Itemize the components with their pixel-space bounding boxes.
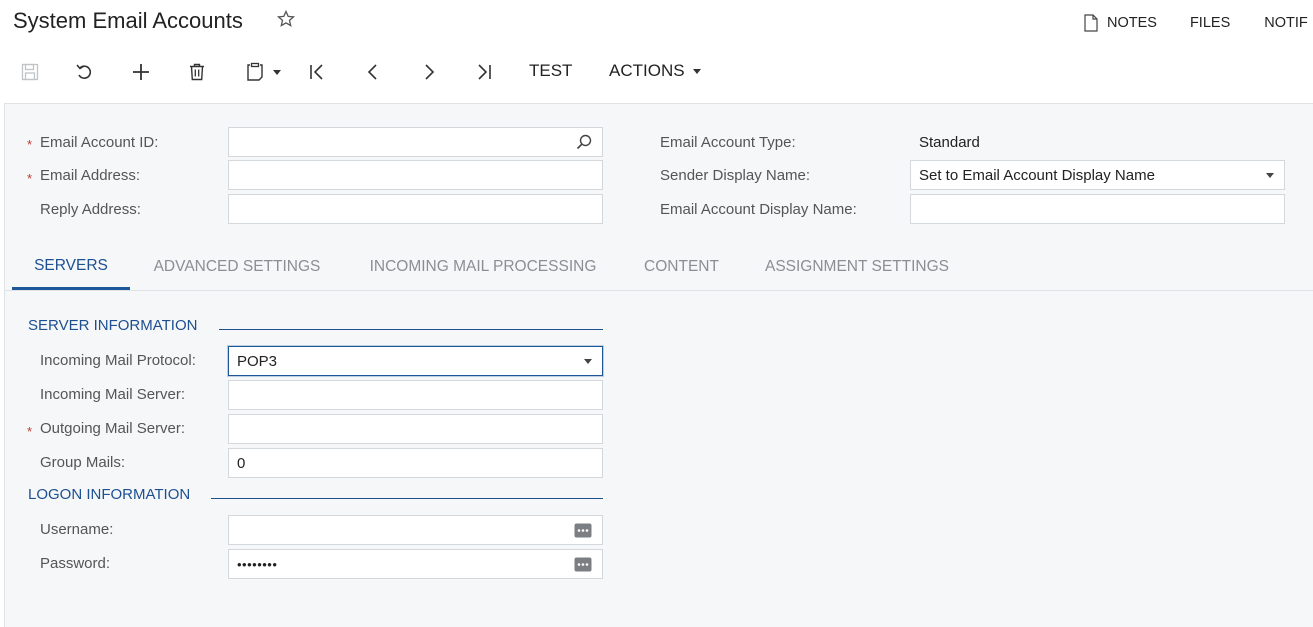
password-dots-icon[interactable] <box>574 523 592 538</box>
last-icon <box>478 64 491 80</box>
clipboard-icon <box>246 62 263 81</box>
email-account-id-label: Email Account ID: <box>40 134 159 151</box>
tab-incoming-mail-processing[interactable]: INCOMING MAIL PROCESSING <box>361 244 605 290</box>
undo-button[interactable] <box>74 60 96 84</box>
actions-label: ACTIONS <box>609 61 685 80</box>
trash-icon <box>190 63 204 81</box>
first-record-button[interactable] <box>306 60 328 84</box>
username-input[interactable] <box>228 515 603 545</box>
server-information-header: SERVER INFORMATION <box>28 317 198 334</box>
required-marker: * <box>27 171 33 186</box>
password-label: Password: <box>40 555 111 572</box>
test-button[interactable]: TEST <box>529 61 572 81</box>
next-record-button[interactable] <box>418 60 440 84</box>
email-account-type-value: Standard <box>919 134 980 151</box>
logon-information-header: LOGON INFORMATION <box>28 486 191 503</box>
sender-display-name-select[interactable]: Set to Email Account Display Name <box>910 160 1285 190</box>
incoming-mail-protocol-label: Incoming Mail Protocol: <box>40 352 196 369</box>
incoming-mail-protocol-value: POP3 <box>237 352 278 370</box>
chevron-down-icon <box>272 69 281 75</box>
save-button[interactable] <box>19 60 41 84</box>
email-account-display-name-input[interactable] <box>910 194 1285 224</box>
email-account-type-label: Email Account Type: <box>660 134 796 151</box>
undo-icon <box>76 64 92 79</box>
email-account-id-input[interactable] <box>228 127 603 157</box>
plus-icon <box>133 64 149 80</box>
notifications-label: NOTIF <box>1264 15 1308 31</box>
username-label: Username: <box>40 521 114 538</box>
password-dots-icon[interactable] <box>574 557 592 572</box>
chevron-down-icon <box>584 358 592 364</box>
tab-servers[interactable]: SERVERS <box>12 244 130 290</box>
chevron-down-icon <box>692 68 701 74</box>
tab-bar: SERVERS ADVANCED SETTINGS INCOMING MAIL … <box>5 244 1313 291</box>
toolbar: TEST ACTIONS <box>0 52 1313 92</box>
password-value: •••••••• <box>237 556 278 572</box>
notes-label: NOTES <box>1107 15 1157 31</box>
reply-address-label: Reply Address: <box>40 201 141 218</box>
top-links: NOTES FILES NOTIF <box>1083 14 1308 32</box>
files-link[interactable]: FILES <box>1190 15 1230 31</box>
chevron-right-icon <box>425 64 435 80</box>
title-bar: System Email Accounts NOTES FILES NOTIF <box>0 0 1313 44</box>
reply-address-input[interactable] <box>228 194 603 224</box>
outgoing-mail-server-label: Outgoing Mail Server: <box>40 420 186 437</box>
incoming-mail-server-label: Incoming Mail Server: <box>40 386 186 403</box>
incoming-mail-protocol-select[interactable]: POP3 <box>228 346 603 376</box>
group-mails-label: Group Mails: <box>40 454 126 471</box>
password-input[interactable]: •••••••• <box>228 549 603 579</box>
email-address-input[interactable] <box>228 160 603 190</box>
section-divider <box>219 329 603 330</box>
chevron-left-icon <box>367 64 377 80</box>
note-icon <box>1084 14 1098 32</box>
delete-button[interactable] <box>186 60 208 84</box>
group-mails-input[interactable]: 0 <box>228 448 603 478</box>
tab-content[interactable]: CONTENT <box>637 244 726 290</box>
notifications-link[interactable]: NOTIF <box>1264 15 1308 31</box>
files-label: FILES <box>1189 15 1231 31</box>
previous-record-button[interactable] <box>362 60 384 84</box>
tab-assignment-settings[interactable]: ASSIGNMENT SETTINGS <box>757 244 957 290</box>
required-marker: * <box>27 137 33 152</box>
favorite-star-icon[interactable] <box>276 9 296 29</box>
sender-display-name-value: Set to Email Account Display Name <box>919 166 1155 184</box>
page-title: System Email Accounts <box>13 8 243 33</box>
actions-button[interactable]: ACTIONS <box>609 61 701 81</box>
save-icon <box>21 63 39 81</box>
search-icon[interactable] <box>576 134 592 150</box>
outgoing-mail-server-input[interactable] <box>228 414 603 444</box>
email-account-display-name-label: Email Account Display Name: <box>660 201 857 218</box>
copy-paste-button[interactable] <box>240 60 286 84</box>
required-marker: * <box>27 424 33 439</box>
first-icon <box>310 64 323 80</box>
chevron-down-icon <box>1266 172 1274 178</box>
email-address-label: Email Address: <box>40 167 141 184</box>
incoming-mail-server-input[interactable] <box>228 380 603 410</box>
notes-link[interactable]: NOTES <box>1083 14 1157 32</box>
section-divider <box>211 498 603 499</box>
last-record-button[interactable] <box>473 60 495 84</box>
add-button[interactable] <box>130 60 152 84</box>
content-panel: * Email Account ID: * Email Address: Rep… <box>4 103 1313 627</box>
group-mails-value: 0 <box>237 454 246 472</box>
sender-display-name-label: Sender Display Name: <box>660 167 811 184</box>
tab-advanced-settings[interactable]: ADVANCED SETTINGS <box>146 244 328 290</box>
